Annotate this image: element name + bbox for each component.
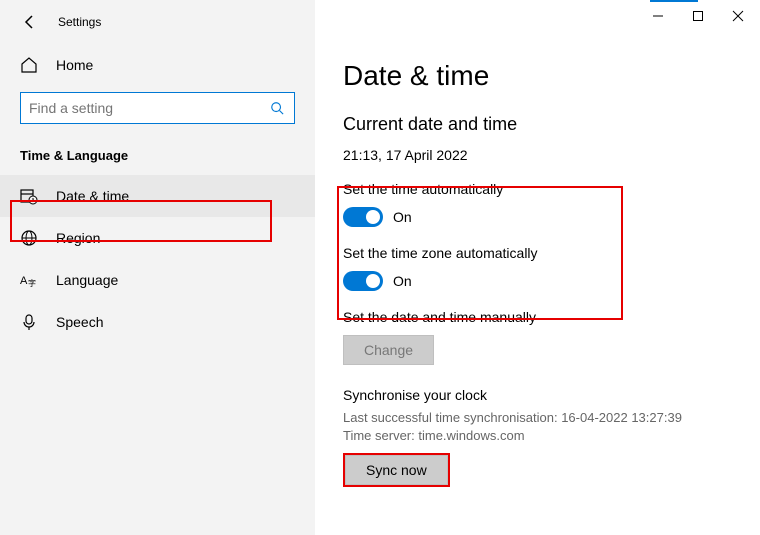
globe-icon	[20, 229, 38, 247]
search-input-wrapper[interactable]	[20, 92, 295, 124]
auto-tz-toggle[interactable]	[343, 271, 383, 291]
auto-tz-state: On	[393, 273, 412, 289]
app-title: Settings	[58, 15, 101, 29]
microphone-icon	[20, 313, 38, 331]
svg-text:A: A	[20, 275, 28, 287]
title-accent	[650, 0, 698, 2]
auto-time-toggle[interactable]	[343, 207, 383, 227]
current-datetime: 21:13, 17 April 2022	[343, 147, 732, 163]
auto-tz-label: Set the time zone automatically	[343, 245, 732, 261]
search-input[interactable]	[29, 100, 268, 116]
sync-head: Synchronise your clock	[343, 387, 732, 403]
nav-language[interactable]: A字 Language	[0, 259, 315, 301]
manual-label: Set the date and time manually	[343, 309, 732, 325]
back-button[interactable]	[20, 12, 40, 32]
nav-date-time[interactable]: Date & time	[0, 175, 315, 217]
home-label: Home	[56, 57, 93, 73]
language-icon: A字	[20, 271, 38, 289]
change-button: Change	[343, 335, 434, 365]
search-icon	[268, 99, 286, 117]
nav-speech[interactable]: Speech	[0, 301, 315, 343]
maximize-button[interactable]	[690, 8, 706, 24]
minimize-button[interactable]	[650, 8, 666, 24]
auto-time-label: Set the time automatically	[343, 181, 732, 197]
subhead: Current date and time	[343, 114, 732, 135]
nav-label: Language	[56, 272, 118, 288]
home-nav[interactable]: Home	[0, 46, 315, 84]
page-title: Date & time	[343, 60, 732, 92]
sync-now-button[interactable]: Sync now	[345, 455, 448, 485]
close-button[interactable]	[730, 8, 746, 24]
nav-label: Date & time	[56, 188, 129, 204]
svg-text:字: 字	[28, 278, 36, 288]
nav-label: Region	[56, 230, 100, 246]
auto-time-state: On	[393, 209, 412, 225]
home-icon	[20, 56, 38, 74]
nav-label: Speech	[56, 314, 103, 330]
calendar-clock-icon	[20, 187, 38, 205]
sync-last: Last successful time synchronisation: 16…	[343, 409, 732, 427]
nav-region[interactable]: Region	[0, 217, 315, 259]
sync-server: Time server: time.windows.com	[343, 427, 732, 445]
section-title: Time & Language	[0, 138, 315, 175]
highlight-box: Sync now	[343, 453, 450, 487]
